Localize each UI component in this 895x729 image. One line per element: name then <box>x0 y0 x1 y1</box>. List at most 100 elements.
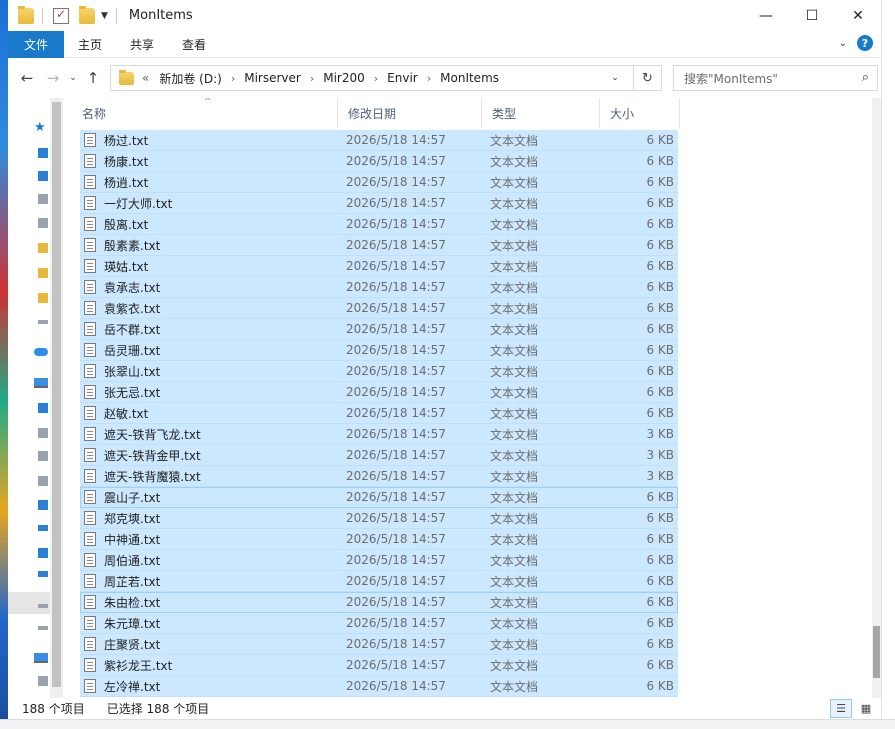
column-header-name[interactable]: ^ 名称 <box>72 98 338 128</box>
drive-icon[interactable] <box>38 604 48 608</box>
table-row[interactable]: 瑛姑.txt 2026/5/18 14:57 文本文档 6 KB <box>80 256 678 277</box>
table-row[interactable]: 一灯大师.txt 2026/5/18 14:57 文本文档 6 KB <box>80 193 678 214</box>
table-row[interactable]: 中神通.txt 2026/5/18 14:57 文本文档 6 KB <box>80 529 678 550</box>
folder-icon[interactable] <box>38 243 48 253</box>
file-name-cell[interactable]: 殷离.txt <box>80 216 338 233</box>
refresh-button[interactable]: ↻ <box>633 66 661 90</box>
search-box[interactable]: 搜索"MonItems" ⌕ <box>673 65 878 91</box>
table-row[interactable]: 岳不群.txt 2026/5/18 14:57 文本文档 6 KB <box>80 319 678 340</box>
tab-home[interactable]: 主页 <box>64 31 116 58</box>
address-bar[interactable]: « 新加卷 (D:) › Mirserver › Mir200 › Envir … <box>110 65 662 91</box>
table-row[interactable]: 朱由检.txt 2026/5/18 14:57 文本文档 6 KB <box>80 592 678 613</box>
table-row[interactable]: 杨康.txt 2026/5/18 14:57 文本文档 6 KB <box>80 151 678 172</box>
breadcrumb-separator-icon[interactable]: › <box>427 72 431 85</box>
documents-icon[interactable] <box>38 194 48 204</box>
tab-file[interactable]: 文件 <box>8 30 64 58</box>
drive-icon[interactable] <box>38 676 48 686</box>
objects-3d-icon[interactable] <box>38 403 48 413</box>
file-name-cell[interactable]: 张翠山.txt <box>80 363 338 380</box>
new-folder-icon[interactable] <box>79 5 95 24</box>
file-name-cell[interactable]: 一灯大师.txt <box>80 195 338 212</box>
table-row[interactable]: 遮天-铁背金甲.txt 2026/5/18 14:57 文本文档 3 KB <box>80 445 678 466</box>
documents-icon[interactable] <box>38 476 48 486</box>
file-name-cell[interactable]: 瑛姑.txt <box>80 258 338 275</box>
file-name-cell[interactable]: 紫衫龙王.txt <box>80 657 338 674</box>
table-row[interactable]: 周伯通.txt 2026/5/18 14:57 文本文档 6 KB <box>80 550 678 571</box>
recent-locations-chevron-icon[interactable]: ⌄ <box>66 65 80 91</box>
network-icon[interactable] <box>34 653 48 663</box>
table-row[interactable]: 紫衫龙王.txt 2026/5/18 14:57 文本文档 6 KB <box>80 655 678 676</box>
table-row[interactable]: 赵敏.txt 2026/5/18 14:57 文本文档 6 KB <box>80 403 678 424</box>
this-pc-icon[interactable] <box>34 378 48 388</box>
address-overflow-icon[interactable]: « <box>142 71 149 85</box>
breadcrumb-envir[interactable]: Envir <box>387 71 418 85</box>
file-name-cell[interactable]: 遮天-铁背魔猿.txt <box>80 468 338 485</box>
breadcrumb-mir200[interactable]: Mir200 <box>323 71 365 85</box>
breadcrumb-separator-icon[interactable]: › <box>310 72 314 85</box>
drive-icon[interactable] <box>38 571 48 577</box>
file-name-cell[interactable]: 遮天-铁背飞龙.txt <box>80 426 338 443</box>
drive-icon[interactable] <box>38 626 48 630</box>
file-name-cell[interactable]: 殷素素.txt <box>80 237 338 254</box>
desktop-icon[interactable] <box>38 148 48 158</box>
file-name-cell[interactable]: 张无忌.txt <box>80 384 338 401</box>
column-header-size[interactable]: 大小 <box>600 98 680 128</box>
pictures-icon[interactable] <box>38 451 48 461</box>
address-history-chevron-icon[interactable]: ⌄ <box>607 66 623 90</box>
file-name-cell[interactable]: 周芷若.txt <box>80 573 338 590</box>
table-row[interactable]: 郑克塽.txt 2026/5/18 14:57 文本文档 6 KB <box>80 508 678 529</box>
customize-toolbar-chevron-icon[interactable]: ▼ <box>101 11 108 21</box>
file-name-cell[interactable]: 周伯通.txt <box>80 552 338 569</box>
up-button[interactable]: ↑ <box>80 65 106 91</box>
table-row[interactable]: 震山子.txt 2026/5/18 14:57 文本文档 6 KB <box>80 487 678 508</box>
file-name-cell[interactable]: 朱由检.txt <box>80 594 338 611</box>
file-name-cell[interactable]: 袁承志.txt <box>80 279 338 296</box>
table-row[interactable]: 岳灵珊.txt 2026/5/18 14:57 文本文档 6 KB <box>80 340 678 361</box>
tab-share[interactable]: 共享 <box>116 31 168 58</box>
table-row[interactable]: 杨过.txt 2026/5/18 14:57 文本文档 6 KB <box>80 130 678 151</box>
table-row[interactable]: 殷离.txt 2026/5/18 14:57 文本文档 6 KB <box>80 214 678 235</box>
file-name-cell[interactable]: 郑克塽.txt <box>80 510 338 527</box>
properties-icon[interactable] <box>53 7 69 24</box>
file-name-cell[interactable]: 遮天-铁背金甲.txt <box>80 447 338 464</box>
file-name-cell[interactable]: 赵敏.txt <box>80 405 338 422</box>
file-name-cell[interactable]: 庄聚贤.txt <box>80 636 338 653</box>
downloads-icon[interactable] <box>38 171 48 181</box>
folder-icon[interactable] <box>38 293 48 303</box>
table-row[interactable]: 朱元璋.txt 2026/5/18 14:57 文本文档 6 KB <box>80 613 678 634</box>
details-view-icon[interactable]: ☰ <box>830 699 852 718</box>
breadcrumb-separator-icon[interactable]: › <box>374 72 378 85</box>
breadcrumb-monitems[interactable]: MonItems <box>440 71 499 85</box>
table-row[interactable]: 袁紫衣.txt 2026/5/18 14:57 文本文档 6 KB <box>80 298 678 319</box>
breadcrumb-separator-icon[interactable]: › <box>231 72 235 85</box>
table-row[interactable]: 殷素素.txt 2026/5/18 14:57 文本文档 6 KB <box>80 235 678 256</box>
onedrive-cloud-icon[interactable] <box>34 348 48 356</box>
table-row[interactable]: 杨逍.txt 2026/5/18 14:57 文本文档 6 KB <box>80 172 678 193</box>
desktop-icon[interactable] <box>38 548 48 558</box>
videos-icon[interactable] <box>38 428 48 438</box>
table-row[interactable]: 遮天-铁背飞龙.txt 2026/5/18 14:57 文本文档 3 KB <box>80 424 678 445</box>
table-row[interactable]: 张无忌.txt 2026/5/18 14:57 文本文档 6 KB <box>80 382 678 403</box>
file-name-cell[interactable]: 岳不群.txt <box>80 321 338 338</box>
file-name-cell[interactable]: 朱元璋.txt <box>80 615 338 632</box>
pictures-icon[interactable] <box>38 218 48 228</box>
file-list-scrollbar[interactable] <box>872 98 881 698</box>
file-name-cell[interactable]: 杨逍.txt <box>80 174 338 191</box>
minimize-button[interactable]: — <box>743 0 789 31</box>
back-button[interactable]: ← <box>14 65 40 91</box>
table-row[interactable]: 遮天-铁背魔猿.txt 2026/5/18 14:57 文本文档 3 KB <box>80 466 678 487</box>
help-icon[interactable]: ? <box>857 35 873 51</box>
tab-view[interactable]: 查看 <box>168 31 220 58</box>
navigation-pane-scrollbar[interactable] <box>50 98 63 698</box>
file-name-cell[interactable]: 左冷禅.txt <box>80 678 338 695</box>
file-list-scroll-thumb[interactable] <box>873 626 880 678</box>
file-name-cell[interactable]: 杨康.txt <box>80 153 338 170</box>
file-name-cell[interactable]: 杨过.txt <box>80 132 338 149</box>
forward-button[interactable]: → <box>40 65 66 91</box>
maximize-button[interactable]: ☐ <box>789 0 835 31</box>
file-name-cell[interactable]: 岳灵珊.txt <box>80 342 338 359</box>
drive-icon[interactable] <box>38 320 48 324</box>
file-name-cell[interactable]: 袁紫衣.txt <box>80 300 338 317</box>
table-row[interactable]: 庄聚贤.txt 2026/5/18 14:57 文本文档 6 KB <box>80 634 678 655</box>
downloads-icon[interactable] <box>38 500 48 510</box>
